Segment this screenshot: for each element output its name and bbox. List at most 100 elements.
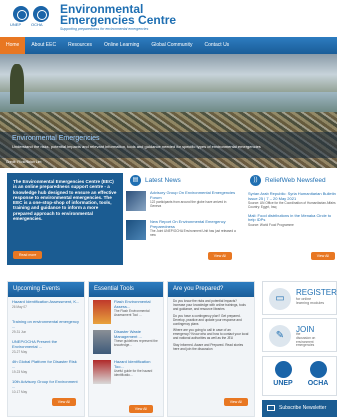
partner-logos: UNEP OCHA [262, 356, 337, 396]
rss-icon: )) [250, 175, 261, 186]
tool-text: The Flash Environmental Assessment Tool … [114, 309, 150, 317]
intro-box: The Environmental Emergencies Centre (EE… [7, 173, 123, 265]
event-date: 10-17 May [12, 389, 28, 394]
news-view-all-button[interactable]: View All [207, 252, 232, 260]
news-thumbnail [126, 220, 146, 240]
prepared-paragraph: Do you have a contingency plan? Get prep… [173, 313, 242, 326]
upcoming-events-title: Upcoming Events [8, 282, 84, 297]
nav-home[interactable]: Home [0, 37, 26, 54]
reliefweb-newsfeed: )) ReliefWeb Newsfeed Syrian Arab Republ… [242, 173, 337, 265]
are-you-prepared-title: Are you Prepared? [168, 282, 254, 297]
tools-view-all-button[interactable]: View All [128, 405, 153, 413]
join-card[interactable]: ✎ JOIN the discussion on environment eme… [262, 318, 337, 352]
news-thumbnail [126, 191, 146, 211]
hero-caption-text: Understand the risks, potential impacts … [12, 144, 261, 149]
site-header: UNEP OCHA Environmental Emergencies Cent… [0, 0, 337, 37]
prepared-paragraph: Where are you going to call in case of a… [173, 328, 249, 341]
unep-partner-logo[interactable]: UNEP [268, 361, 298, 387]
event-item[interactable]: Hazard Identification Assessment, K... 2… [8, 297, 84, 317]
reliefweb-title: ReliefWeb Newsfeed [265, 177, 326, 184]
tool-cover [93, 300, 111, 324]
upcoming-events: Upcoming Events Hazard Identification As… [7, 281, 85, 417]
event-title[interactable]: UNEP/OCHA Present the Environmental ... [12, 339, 80, 350]
latest-news: ▤ Latest News Advisory Group On Environm… [126, 173, 238, 265]
news-item[interactable]: Advisory Group On Environmental Emergenc… [126, 190, 238, 217]
tool-text: Useful guide for the hazard identificati… [114, 369, 153, 377]
prepared-paragraph: Do you know the risks and potential impa… [173, 299, 246, 311]
tool-item[interactable]: Flash Environmental Assess... The Flash … [89, 297, 163, 327]
event-date: 29-31 Jun [12, 329, 27, 334]
event-item[interactable]: UNEP/OCHA Present the Environmental ... … [8, 337, 84, 357]
ocha-partner-logo[interactable]: OCHA [303, 361, 333, 387]
subscribe-newsletter-button[interactable]: Subscribe Newsletter [262, 400, 337, 417]
subscribe-label: Subscribe Newsletter [279, 405, 327, 411]
join-sublabel: the discussion on environment emergencie… [296, 332, 316, 348]
chat-icon: ✎ [269, 325, 291, 347]
news-item-text: The Joint UNEP/OCHA Environment Unit has… [150, 229, 236, 237]
unep-emblem-icon [274, 361, 292, 378]
register-label[interactable]: REGISTER [296, 288, 337, 297]
hero-banner[interactable]: Environmental Emergencies Understand the… [0, 54, 337, 168]
hero-caption-title[interactable]: Environmental Emergencies [12, 135, 325, 142]
read-more-button[interactable]: Read more [13, 251, 43, 259]
register-sublabel: for online learning modules [296, 297, 325, 306]
hero-credit: Credit: Flickr/Brian Lim [6, 160, 42, 164]
unep-logo-icon[interactable] [13, 6, 29, 22]
news-item-title[interactable]: New Report On Environmental Emergency Pr… [150, 219, 238, 229]
event-date: 19-23 May [12, 369, 28, 374]
register-card[interactable]: ▭ REGISTER for online learning modules [262, 281, 337, 315]
hero-image-tree [10, 64, 24, 104]
tool-title[interactable]: Disaster Waste Management ... [114, 329, 160, 339]
unep-logo-label: UNEP [10, 22, 22, 27]
tool-text: These guidelines represent the knowledge… [114, 339, 158, 347]
tool-title[interactable]: Flash Environmental Assess... [114, 299, 160, 309]
prepared-paragraph: Stay informed. Aware and Prepared. Read … [173, 343, 244, 352]
event-date: 26 May 07 [12, 304, 27, 309]
news-item-text: 122 participants from around the globe h… [150, 200, 227, 208]
reliefweb-header: )) ReliefWeb Newsfeed [246, 173, 337, 188]
event-title[interactable]: Training on environmental emergency ... [12, 319, 80, 330]
news-item-title[interactable]: Advisory Group On Environmental Emergenc… [150, 190, 238, 200]
events-view-all-button[interactable]: View All [51, 398, 76, 406]
site-title[interactable]: Environmental Emergencies Centre [60, 3, 176, 26]
unep-partner-label: UNEP [273, 380, 293, 387]
tool-item[interactable]: Disaster Waste Management ... These guid… [89, 327, 163, 357]
ocha-logo-label: OCHA [31, 22, 43, 27]
relief-item-title[interactable]: Syrian Arab Republic: Syria Humanitarian… [246, 191, 337, 201]
event-title[interactable]: 10th Advisory Group for Environment ... [12, 379, 80, 390]
tool-title[interactable]: Hazard Identification Too... [114, 359, 160, 369]
nav-global-community[interactable]: Global Community [145, 37, 198, 54]
news-icon: ▤ [130, 175, 141, 186]
news-item[interactable]: New Report On Environmental Emergency Pr… [126, 219, 238, 246]
tool-cover [93, 330, 111, 354]
event-title[interactable]: 4th Global Platform for Disaster Risk ..… [12, 359, 80, 370]
relief-item-text: Source: World Food Programme [248, 222, 294, 227]
nav-about[interactable]: About EEC [25, 37, 62, 54]
event-item[interactable]: 10th Advisory Group for Environment ... … [8, 377, 84, 397]
relief-view-all-button[interactable]: View All [310, 252, 335, 260]
prepared-view-all-button[interactable]: View All [223, 398, 248, 406]
event-item[interactable]: Training on environmental emergency ... … [8, 317, 84, 337]
tool-item[interactable]: Hazard Identification Too... Useful guid… [89, 357, 163, 387]
tool-cover [93, 360, 111, 384]
envelope-icon [267, 405, 275, 411]
are-you-prepared: Are you Prepared? Do you know the risks … [167, 281, 255, 417]
ocha-emblem-icon [309, 361, 327, 378]
latest-news-title: Latest News [145, 177, 181, 184]
site-subtitle: Supporting preparedness for environmenta… [60, 27, 149, 31]
essential-tools: Essential Tools Flash Environmental Asse… [88, 281, 164, 417]
ocha-partner-label: OCHA [307, 380, 329, 387]
nav-resources[interactable]: Resources [62, 37, 98, 54]
laptop-icon: ▭ [269, 288, 291, 310]
nav-contact[interactable]: Contact Us [198, 37, 235, 54]
ocha-logo-icon[interactable] [33, 6, 49, 22]
hero-image-sea [0, 92, 337, 112]
hero-caption: Environmental Emergencies Understand the… [0, 132, 337, 158]
main-nav: Home About EEC Resources Online Learning… [0, 37, 337, 54]
relief-item-title[interactable]: Mali: Food distributions in the Menaka C… [246, 213, 337, 223]
event-date: 23-27 May [12, 349, 28, 354]
event-item[interactable]: 4th Global Platform for Disaster Risk ..… [8, 357, 84, 377]
essential-tools-title: Essential Tools [89, 282, 163, 297]
nav-online-learning[interactable]: Online Learning [98, 37, 145, 54]
latest-news-header: ▤ Latest News [126, 173, 238, 188]
